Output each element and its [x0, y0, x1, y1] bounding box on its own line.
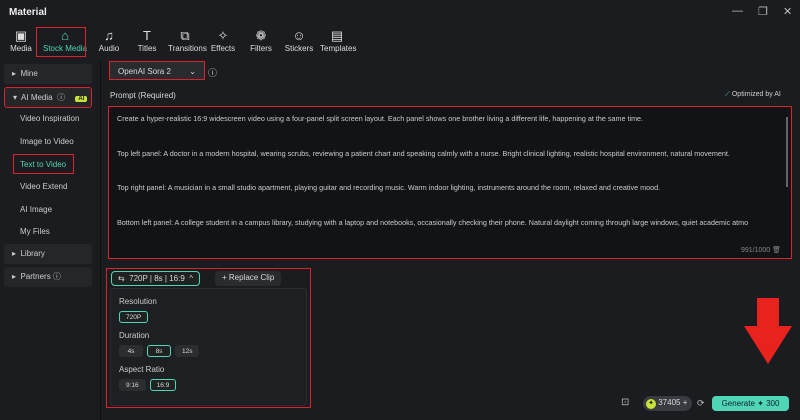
prompt-textarea[interactable]: Create a hyper-realistic 16:9 widescreen…	[108, 106, 792, 259]
ratio-option-16-9[interactable]: 16:9	[149, 379, 177, 391]
sidebar-item-video-inspiration[interactable]: Video Inspiration	[4, 109, 92, 129]
sidebar: ▸ Mine ▾ AI Media ⓘ AI Video Inspiration…	[0, 60, 97, 420]
tab-titles[interactable]: T Titles	[130, 28, 164, 53]
tab-filters[interactable]: ❁ Filters	[244, 28, 278, 53]
help-icon: ⓘ	[54, 93, 66, 102]
prompt-paragraph: Bottom left panel: A college student in …	[117, 217, 749, 227]
mine-label: Mine	[20, 69, 38, 78]
ai-badge: AI	[75, 96, 88, 102]
minimize-button[interactable]: —	[732, 5, 743, 17]
tab-stickers[interactable]: ☺ Stickers	[282, 28, 316, 53]
summary-ratio: 16:9	[169, 274, 185, 283]
tab-label: Transitions	[168, 44, 207, 53]
media-icon: ▣	[14, 28, 28, 43]
partners-label: Partners	[20, 272, 51, 281]
prompt-paragraph: Create a hyper-realistic 16:9 widescreen…	[117, 114, 644, 123]
tab-effects[interactable]: ✧ Effects	[206, 28, 240, 53]
sidebar-mine[interactable]: ▸ Mine	[4, 64, 92, 84]
titles-icon: T	[143, 28, 151, 43]
highlight-stock-media	[36, 27, 86, 57]
restore-button[interactable]: ❐	[758, 5, 768, 18]
tab-label: Effects	[210, 44, 236, 53]
aspect-ratio-label: Aspect Ratio	[119, 365, 165, 374]
generate-cost: 300	[766, 399, 780, 408]
sidebar-ai-media[interactable]: ▾ AI Media ⓘ AI	[4, 87, 92, 108]
trash-icon[interactable]: 🗑	[772, 247, 781, 254]
sidebar-partners[interactable]: ▸ Partners ⓘ	[4, 267, 92, 287]
effects-icon: ✧	[217, 28, 229, 43]
sidebar-item-text-to-video[interactable]: Text to Video	[13, 154, 74, 174]
chevron-up-icon: ^	[189, 274, 194, 283]
optimized-by-ai[interactable]: ⟋ Optimized by AI	[725, 91, 781, 99]
sidebar-item-ai-image[interactable]: AI Image	[4, 200, 92, 220]
tab-templates[interactable]: ▤ Templates	[320, 28, 357, 53]
ai-media-label: AI Media	[21, 93, 53, 102]
tab-label: Stickers	[284, 44, 314, 53]
tab-audio[interactable]: ♫ Audio	[92, 28, 126, 53]
filters-icon: ❁	[255, 28, 267, 43]
duration-option-12s[interactable]: 12s	[175, 345, 200, 357]
stickers-icon: ☺	[292, 28, 306, 43]
model-value: OpenAI Sora 2	[118, 67, 171, 76]
close-button[interactable]: ✕	[783, 5, 792, 18]
tab-label: Titles	[137, 44, 157, 53]
arrow-shaft	[757, 298, 779, 328]
replace-clip-button[interactable]: + Replace Clip	[215, 271, 282, 286]
refresh-icon[interactable]: ⟳	[697, 398, 705, 409]
sidebar-item-image-to-video[interactable]: Image to Video	[4, 132, 92, 152]
ai-settings-icon[interactable]: ⊡	[621, 397, 629, 408]
replace-label: Replace Clip	[228, 273, 275, 282]
resolution-label: Resolution	[119, 297, 157, 306]
duration-option-4s[interactable]: 4s	[119, 345, 143, 357]
window-title: Material	[9, 7, 47, 18]
sidebar-library[interactable]: ▸ Library	[4, 244, 92, 264]
ratio-option-9-16[interactable]: 9:16	[119, 379, 146, 391]
arrow-annotation-icon	[744, 326, 792, 364]
settings-popover: Resolution 720P Duration 4s 8s 12s Aspect …	[110, 288, 307, 406]
tab-label: Media	[10, 44, 32, 53]
scrollbar[interactable]	[786, 117, 788, 187]
transitions-icon: ⧉	[180, 28, 190, 43]
sidebar-item-video-extend[interactable]: Video Extend	[4, 177, 92, 197]
settings-toggle-button[interactable]: ⇆ 720P | 8s | 16:9 ^	[111, 271, 201, 286]
help-icon[interactable]: ⓘ	[208, 66, 217, 79]
prompt-paragraph: Top left panel: A doctor in a modern hos…	[117, 148, 730, 158]
credits-button[interactable]: ✦ 37405 +	[643, 396, 693, 411]
optimize-icon: ⟋	[725, 91, 732, 98]
templates-icon: ▤	[330, 28, 344, 43]
chevron-down-icon: ⌄	[189, 67, 196, 76]
summary-dur: 8s	[154, 274, 163, 283]
optimized-label: Optimized by AI	[731, 91, 781, 98]
sidebar-item-my-files[interactable]: My Files	[4, 222, 92, 242]
prompt-paragraph: Top right panel: A musician in a small s…	[117, 183, 661, 192]
tab-transitions[interactable]: ⧉ Transitions	[168, 28, 207, 53]
generate-label: Generate	[721, 399, 755, 408]
duration-label: Duration	[119, 331, 150, 340]
tab-label: Filters	[250, 44, 272, 53]
audio-icon: ♫	[104, 28, 114, 43]
credits-count: 37405	[658, 398, 681, 407]
prompt-label: Prompt (Required)	[110, 91, 176, 100]
duration-option-8s[interactable]: 8s	[147, 345, 171, 357]
generate-button[interactable]: Generate ✦ 300	[712, 396, 789, 411]
summary-res: 720P	[129, 274, 148, 283]
resolution-option-720p[interactable]: 720P	[119, 311, 149, 323]
library-label: Library	[20, 249, 45, 258]
model-dropdown[interactable]: OpenAI Sora 2 ⌄	[109, 61, 205, 80]
tab-label: Audio	[98, 44, 120, 53]
tab-label: Templates	[320, 44, 357, 53]
credit-icon: ✦	[646, 399, 656, 409]
tab-media[interactable]: ▣ Media	[4, 28, 38, 53]
sliders-icon: ⇆	[118, 274, 125, 283]
char-count: 991/1000	[740, 246, 771, 254]
